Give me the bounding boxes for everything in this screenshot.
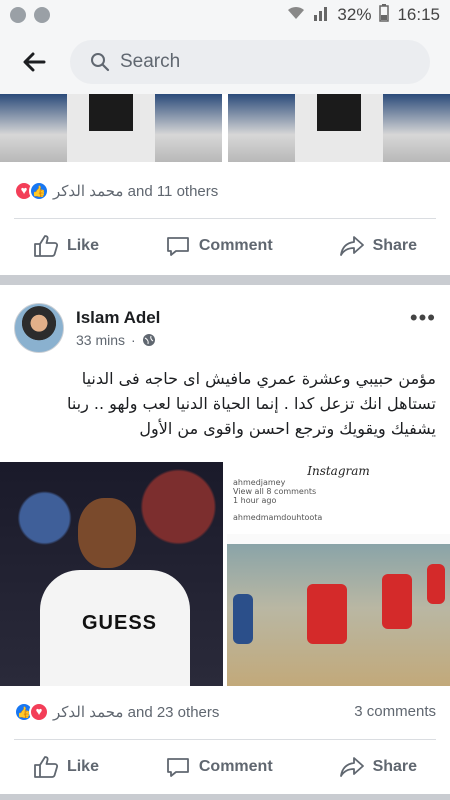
comment-label: Comment <box>198 237 273 254</box>
ig-team-photo <box>227 544 450 686</box>
post1-photo[interactable] <box>0 94 450 162</box>
post-time[interactable]: 33 mins <box>76 332 125 348</box>
post2-header: Islam Adel 33 mins · ••• <box>14 300 436 356</box>
post2-photos: GUESS Instagram ahmedjamey View all 8 co… <box>0 462 450 686</box>
clock: 16:15 <box>397 5 440 24</box>
status-bar: 32% 16:15 <box>0 0 450 30</box>
search-bar[interactable] <box>70 40 430 84</box>
ig-username: ahmedjamey <box>233 478 286 487</box>
share-icon <box>339 757 364 777</box>
ig-view-comments: View all 8 comments <box>233 487 317 496</box>
like-label: Like <box>66 758 99 775</box>
share-label: Share <box>372 758 418 775</box>
post1-reactions[interactable]: ♥ 👍 محمد الدكر and 11 others <box>14 178 218 204</box>
thumbs-up-icon <box>34 235 58 257</box>
ig-username-2: ahmedmamdouhtoota <box>233 513 323 522</box>
like-reaction-icon: 👍 <box>29 181 49 201</box>
post1-reactions-text: محمد الدكر and 11 others <box>53 183 219 200</box>
post2-reactions-text: محمد الدكر and 23 others <box>53 704 220 721</box>
post1-like-button[interactable]: Like <box>21 226 111 266</box>
post-text-line: يشفيك ويقويك وترجع احسن واقوى من الأول <box>139 419 436 438</box>
post-separator <box>0 275 450 285</box>
comment-label: Comment <box>198 758 273 775</box>
post1-comment-button[interactable]: Comment <box>153 226 285 266</box>
comment-icon <box>166 237 189 256</box>
post-text-line: مؤمن حبيبي وعشرة عمري مافيش اى حاجه فى ا… <box>81 369 436 388</box>
post2-reactions[interactable]: 👍 ♥ محمد الدكر and 23 others <box>14 699 219 725</box>
globe-icon <box>142 334 155 346</box>
post1-photo-right <box>228 94 450 162</box>
instagram-logo: Instagram <box>307 464 370 478</box>
signal-icon <box>313 5 329 26</box>
avatar[interactable] <box>14 303 64 353</box>
comment-icon <box>166 758 189 777</box>
like-label: Like <box>66 237 99 254</box>
search-icon <box>91 53 110 72</box>
thumbs-up-icon <box>34 756 58 778</box>
post1-action-bar: Like Comment Share <box>0 220 450 272</box>
divider <box>14 739 436 740</box>
post2-text: مؤمن حبيبي وعشرة عمري مافيش اى حاجه فى ا… <box>14 366 436 441</box>
back-arrow-icon <box>23 52 46 72</box>
search-header <box>0 30 450 94</box>
battery-percent: 32% <box>337 5 372 24</box>
comments-count[interactable]: 3 comments <box>354 703 436 720</box>
shirt-logo: GUESS <box>82 612 158 634</box>
share-icon <box>339 236 364 256</box>
post2-share-button[interactable]: Share <box>327 747 429 787</box>
post2-action-bar: Like Comment Share <box>0 741 450 793</box>
divider <box>14 218 436 219</box>
love-reaction-icon: ♥ <box>29 702 49 722</box>
post-text-line: تستاهل انك تزعل كدا . إنما الحياة الدنيا… <box>66 394 436 413</box>
search-input[interactable] <box>120 51 400 73</box>
share-label: Share <box>372 237 418 254</box>
wifi-icon <box>287 5 305 26</box>
author-name[interactable]: Islam Adel <box>76 308 160 328</box>
post2-like-button[interactable]: Like <box>21 747 111 787</box>
post2-photo-left[interactable]: GUESS <box>0 462 223 686</box>
post2-comment-button[interactable]: Comment <box>153 747 285 787</box>
battery-icon <box>379 3 390 27</box>
back-button[interactable] <box>14 42 54 82</box>
messenger-icon <box>34 7 50 23</box>
post2-photo-right[interactable]: Instagram ahmedjamey View all 8 comments… <box>227 462 450 686</box>
post-separator <box>0 794 450 800</box>
ig-time: 1 hour ago <box>233 496 277 505</box>
post1-photo-left <box>0 94 222 162</box>
post1-share-button[interactable]: Share <box>327 226 429 266</box>
notification-icon <box>10 7 26 23</box>
more-options-button[interactable]: ••• <box>410 305 436 331</box>
